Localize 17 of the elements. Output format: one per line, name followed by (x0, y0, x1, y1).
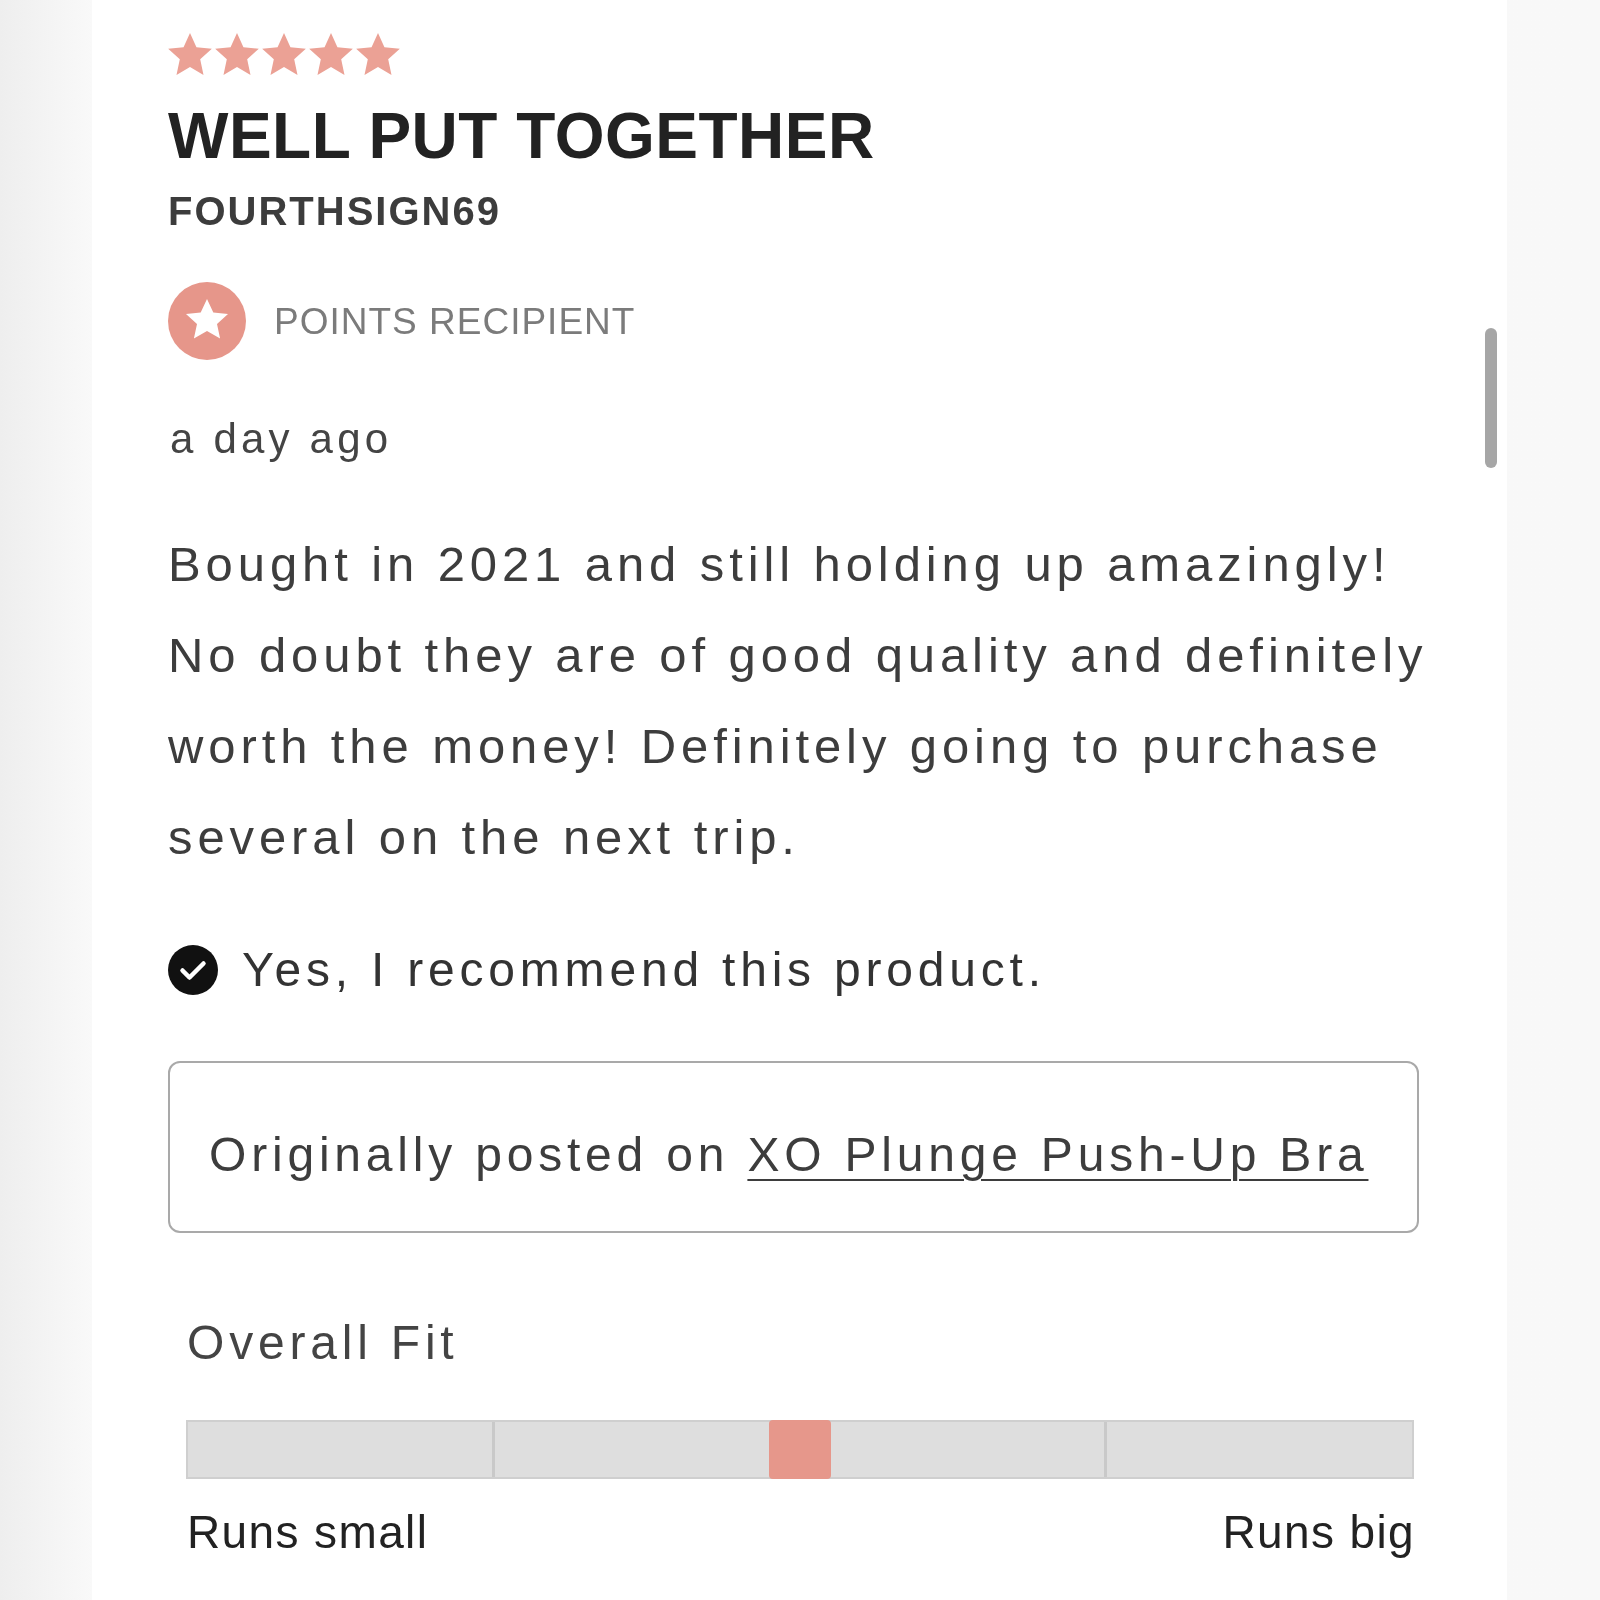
star-icon (168, 33, 212, 75)
recommendation-text: Yes, I recommend this product. (242, 946, 1046, 994)
reviewer-name: FOURTHSIGN69 (168, 191, 501, 231)
product-link[interactable]: XO Plunge Push-Up Bra (747, 1128, 1369, 1181)
star-icon (215, 33, 259, 75)
origin-text: Originally posted on XO Plunge Push-Up Bra (209, 1131, 1369, 1179)
star-icon (309, 33, 353, 75)
star-icon (262, 33, 306, 75)
star-icon (356, 33, 400, 75)
badge-label: POINTS RECIPIENT (274, 302, 636, 340)
star-badge-icon (168, 282, 246, 360)
fit-label: Overall Fit (187, 1319, 459, 1367)
review-title: WELL PUT TOGETHER (168, 104, 875, 168)
review-text: Bought in 2021 and still holding up amazingly! No doubt they are of good quality and definitely worth the money! Definitely going to purchase several on the next trip. (168, 536, 1429, 866)
fit-min-label: Runs small (187, 1509, 429, 1555)
scrollbar-thumb[interactable] (1485, 328, 1497, 468)
review-date: a day ago (170, 418, 393, 460)
